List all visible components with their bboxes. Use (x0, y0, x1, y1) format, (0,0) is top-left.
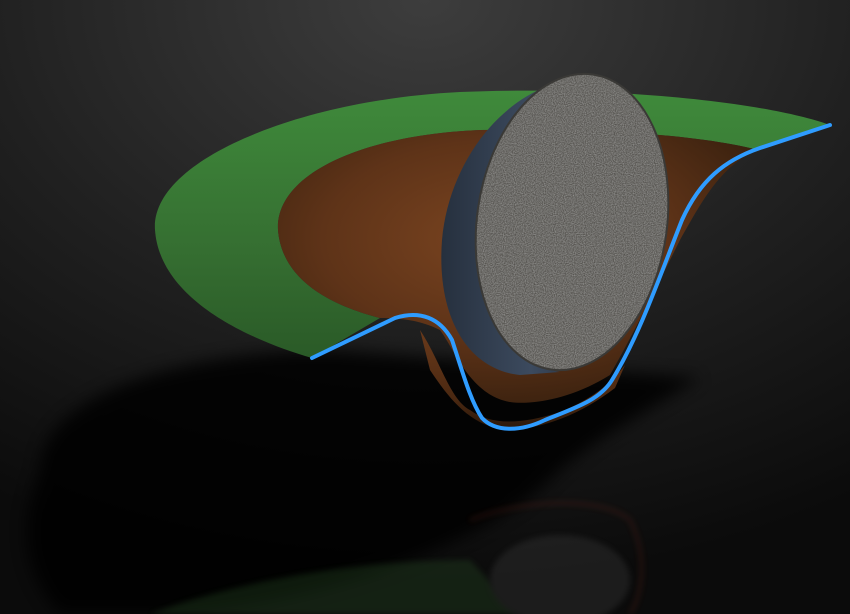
hole-scene-render (0, 0, 850, 614)
render-canvas (0, 0, 850, 614)
